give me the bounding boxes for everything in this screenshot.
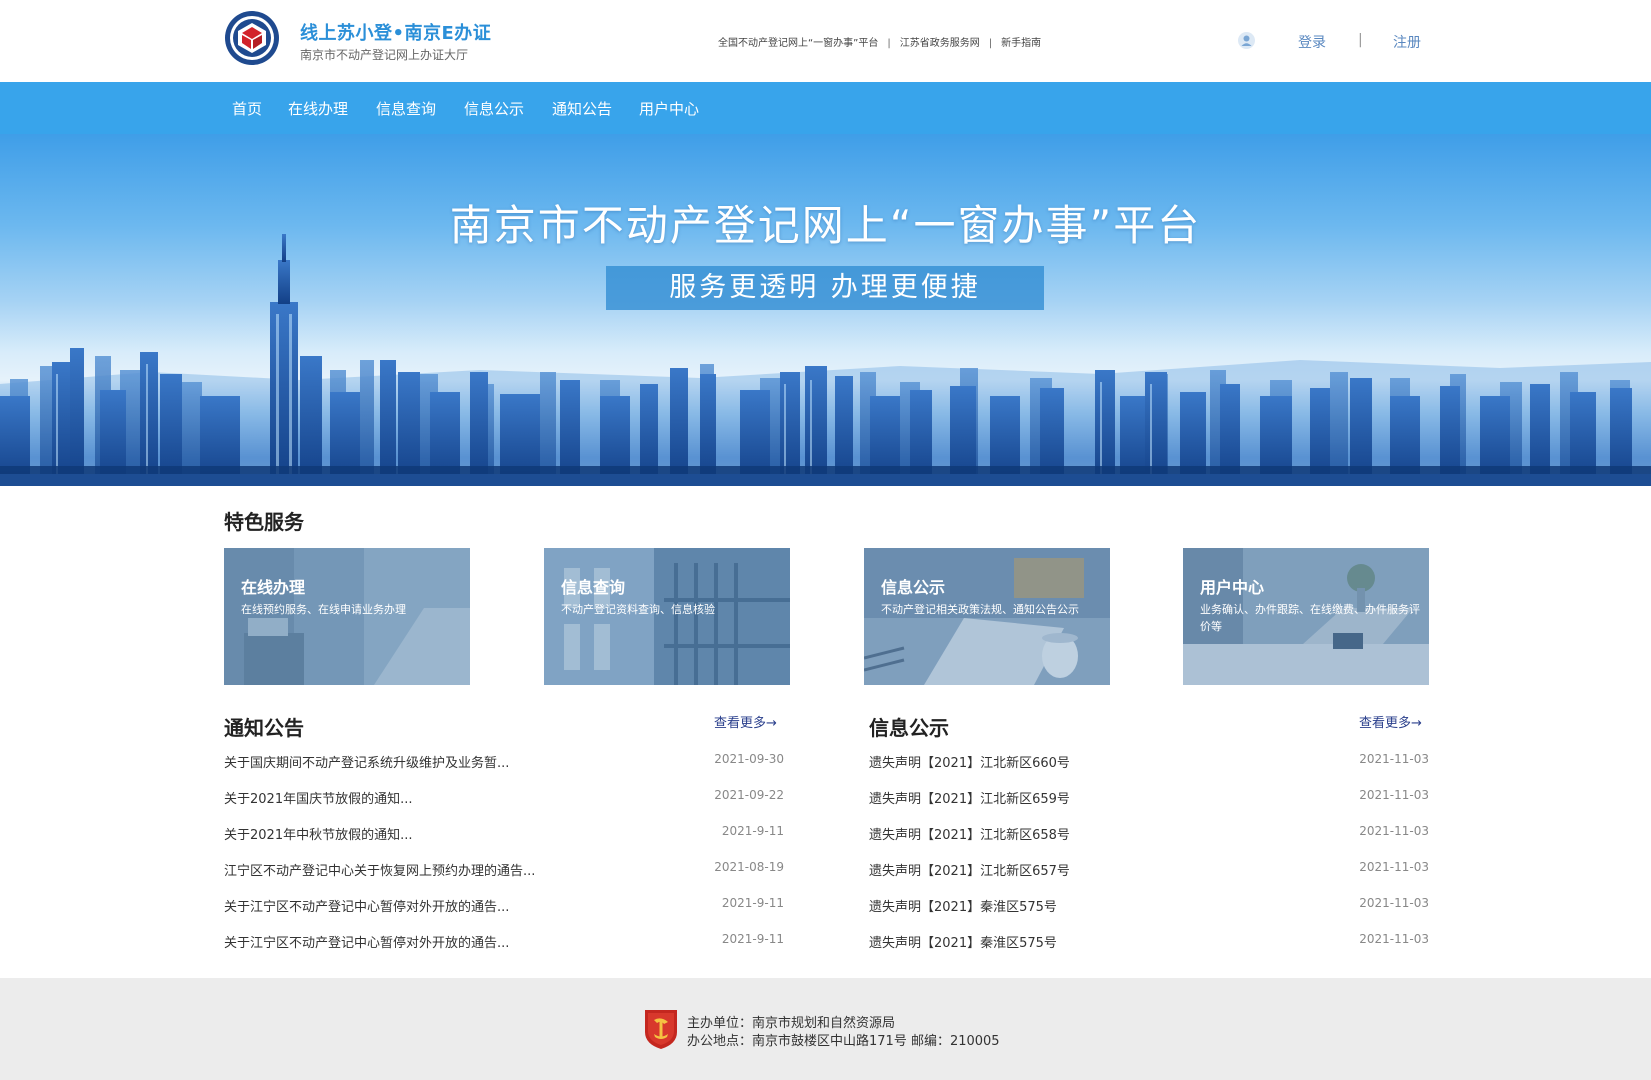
publicity-title[interactable]: 遗失声明【2021】江北新区657号 bbox=[869, 860, 1070, 879]
list-item[interactable]: 关于2021年中秋节放假的通知... 2021-9-11 bbox=[224, 824, 784, 844]
feature-card-user-center[interactable]: 用户中心 业务确认、办件跟踪、在线缴费、办件服务评价等 bbox=[1183, 548, 1429, 685]
city-skyline-image bbox=[0, 234, 1651, 486]
top-link-guide[interactable]: 新手指南 bbox=[1001, 38, 1041, 49]
list-item[interactable]: 遗失声明【2021】江北新区658号 2021-11-03 bbox=[869, 824, 1429, 844]
feature-card-info-query[interactable]: 信息查询 不动产登记资料查询、信息核验 bbox=[544, 548, 790, 685]
main-nav: 首页 在线办理 信息查询 信息公示 通知公告 用户中心 bbox=[0, 82, 1651, 134]
user-avatar-icon[interactable] bbox=[1238, 32, 1255, 49]
top-header: 线上苏小登•南京E办证 南京市不动产登记网上办证大厅 全国不动产登记网上“一窗办… bbox=[0, 0, 1651, 82]
hero-banner: 南京市不动产登记网上“一窗办事”平台 服务更透明 办理更便捷 bbox=[0, 134, 1651, 486]
notice-title[interactable]: 关于江宁区不动产登记中心暂停对外开放的通告... bbox=[224, 896, 509, 915]
banner-title: 南京市不动产登记网上“一窗办事”平台 bbox=[449, 201, 1202, 250]
publicity-date: 2021-11-03 bbox=[1359, 896, 1429, 910]
top-link-national-platform[interactable]: 全国不动产登记网上“一窗办事”平台 bbox=[718, 38, 878, 49]
feature-card-title: 信息公示 bbox=[881, 578, 946, 597]
notice-title[interactable]: 关于国庆期间不动产登记系统升级维护及业务暂... bbox=[224, 752, 509, 771]
publicity-title[interactable]: 遗失声明【2021】江北新区660号 bbox=[869, 752, 1070, 771]
notice-date: 2021-09-22 bbox=[714, 788, 784, 802]
banner-tagline: 服务更透明 办理更便捷 bbox=[606, 266, 1044, 310]
list-item[interactable]: 遗失声明【2021】江北新区660号 2021-11-03 bbox=[869, 752, 1429, 772]
feature-card-title: 信息查询 bbox=[561, 578, 626, 597]
feature-card-desc: 业务确认、办件跟踪、在线缴费、办件服务评价等 bbox=[1200, 603, 1420, 633]
nav-item-home[interactable]: 首页 bbox=[232, 98, 262, 119]
list-item[interactable]: 遗失声明【2021】江北新区657号 2021-11-03 bbox=[869, 860, 1429, 880]
footer-host: 主办单位：南京市规划和自然资源局 bbox=[687, 1016, 896, 1031]
feature-card-title: 在线办理 bbox=[241, 578, 306, 597]
login-link[interactable]: 登录 bbox=[1298, 32, 1326, 52]
feature-card-online-service[interactable]: 在线办理 在线预约服务、在线申请业务办理 bbox=[224, 548, 470, 685]
notice-date: 2021-09-30 bbox=[714, 752, 784, 766]
brand-subtitle: 南京市不动产登记网上办证大厅 bbox=[300, 48, 469, 62]
publicity-date: 2021-11-03 bbox=[1359, 824, 1429, 838]
nav-item-info-publicity[interactable]: 信息公示 bbox=[464, 98, 524, 119]
feature-card-title: 用户中心 bbox=[1200, 578, 1265, 597]
brand-title: 线上苏小登•南京E办证 bbox=[300, 23, 492, 44]
top-link-jiangsu-gov[interactable]: 江苏省政务服务网 bbox=[900, 38, 980, 49]
top-link-separator: | bbox=[988, 38, 993, 49]
notice-title[interactable]: 关于江宁区不动产登记中心暂停对外开放的通告... bbox=[224, 932, 509, 951]
nav-item-notices[interactable]: 通知公告 bbox=[552, 98, 612, 119]
nav-item-user-center[interactable]: 用户中心 bbox=[639, 98, 699, 119]
publicity-title[interactable]: 遗失声明【2021】秦淮区575号 bbox=[869, 932, 1057, 951]
feature-card-info-publicity[interactable]: 信息公示 不动产登记相关政策法规、通知公告公示 bbox=[864, 548, 1110, 685]
notices-section-title: 通知公告 bbox=[224, 716, 304, 740]
footer-address: 办公地点：南京市鼓楼区中山路171号 邮编：210005 bbox=[687, 1034, 1000, 1049]
notice-title[interactable]: 关于2021年国庆节放假的通知... bbox=[224, 788, 412, 807]
features-section-title: 特色服务 bbox=[224, 510, 304, 534]
publicity-date: 2021-11-03 bbox=[1359, 860, 1429, 874]
publicity-title[interactable]: 遗失声明【2021】江北新区658号 bbox=[869, 824, 1070, 843]
notice-title[interactable]: 江宁区不动产登记中心关于恢复网上预约办理的通告... bbox=[224, 860, 535, 879]
notice-date: 2021-9-11 bbox=[721, 896, 784, 910]
nav-item-info-query[interactable]: 信息查询 bbox=[376, 98, 436, 119]
publicity-date: 2021-11-03 bbox=[1359, 788, 1429, 802]
notices-more-link[interactable]: 查看更多→ bbox=[714, 712, 777, 731]
party-emblem-icon bbox=[645, 1010, 677, 1049]
list-item[interactable]: 关于国庆期间不动产登记系统升级维护及业务暂... 2021-09-30 bbox=[224, 752, 784, 772]
publicity-more-link[interactable]: 查看更多→ bbox=[1359, 712, 1422, 731]
publicity-section-title: 信息公示 bbox=[869, 716, 949, 740]
register-link[interactable]: 注册 bbox=[1393, 32, 1421, 52]
list-item[interactable]: 关于江宁区不动产登记中心暂停对外开放的通告... 2021-9-11 bbox=[224, 932, 784, 952]
notice-date: 2021-9-11 bbox=[721, 932, 784, 946]
publicity-title[interactable]: 遗失声明【2021】江北新区659号 bbox=[869, 788, 1070, 807]
list-item[interactable]: 江宁区不动产登记中心关于恢复网上预约办理的通告... 2021-08-19 bbox=[224, 860, 784, 880]
feature-card-desc: 不动产登记相关政策法规、通知公告公示 bbox=[881, 603, 1079, 616]
top-links: 全国不动产登记网上“一窗办事”平台 | 江苏省政务服务网 | 新手指南 bbox=[718, 34, 1041, 49]
notice-date: 2021-9-11 bbox=[721, 824, 784, 838]
bureau-seal-logo[interactable] bbox=[224, 10, 280, 66]
notice-date: 2021-08-19 bbox=[714, 860, 784, 874]
publicity-date: 2021-11-03 bbox=[1359, 752, 1429, 766]
list-item[interactable]: 关于2021年国庆节放假的通知... 2021-09-22 bbox=[224, 788, 784, 808]
list-item[interactable]: 关于江宁区不动产登记中心暂停对外开放的通告... 2021-9-11 bbox=[224, 896, 784, 916]
top-link-separator: | bbox=[887, 38, 891, 49]
nav-item-online-service[interactable]: 在线办理 bbox=[288, 98, 348, 119]
site-footer: 主办单位：南京市规划和自然资源局 办公地点：南京市鼓楼区中山路171号 邮编：2… bbox=[0, 978, 1651, 1080]
publicity-title[interactable]: 遗失声明【2021】秦淮区575号 bbox=[869, 896, 1057, 915]
notice-title[interactable]: 关于2021年中秋节放假的通知... bbox=[224, 824, 412, 843]
list-item[interactable]: 遗失声明【2021】江北新区659号 2021-11-03 bbox=[869, 788, 1429, 808]
list-item[interactable]: 遗失声明【2021】秦淮区575号 2021-11-03 bbox=[869, 932, 1429, 952]
feature-card-desc: 不动产登记资料查询、信息核验 bbox=[561, 603, 715, 616]
list-item[interactable]: 遗失声明【2021】秦淮区575号 2021-11-03 bbox=[869, 896, 1429, 916]
login-register-separator: | bbox=[1358, 32, 1363, 48]
feature-card-desc: 在线预约服务、在线申请业务办理 bbox=[241, 603, 406, 616]
publicity-date: 2021-11-03 bbox=[1359, 932, 1429, 946]
